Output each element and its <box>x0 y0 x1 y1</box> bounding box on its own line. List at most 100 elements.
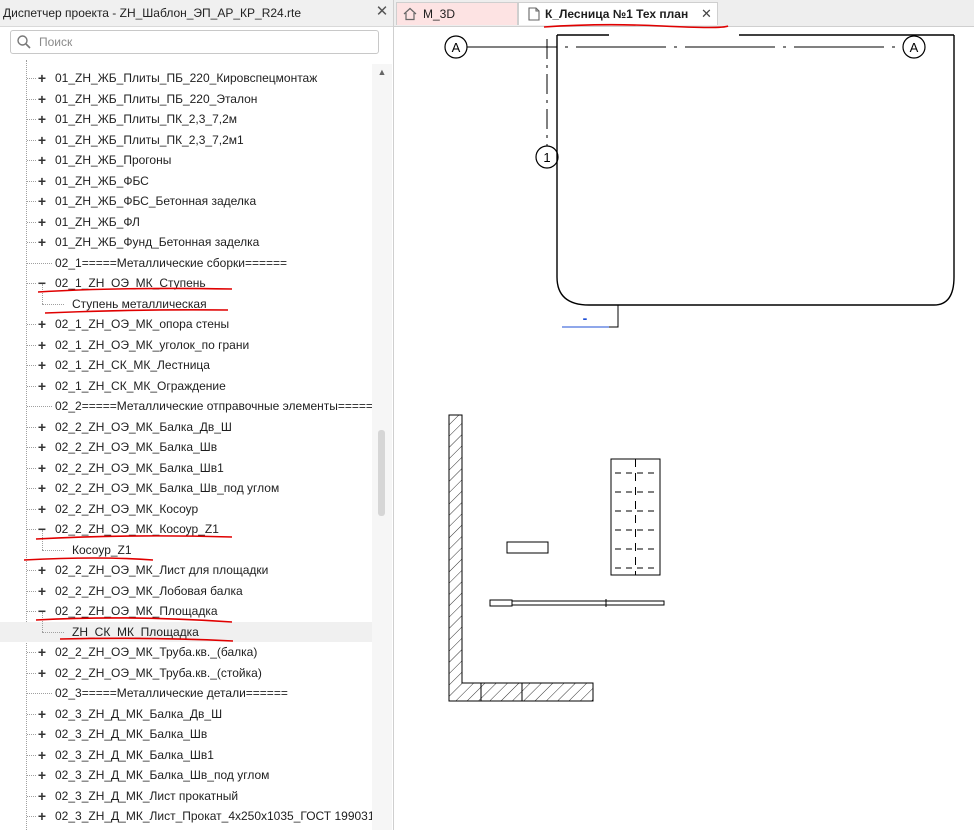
tree-item[interactable]: +01_ZH_ЖБ_ФБС_Бетонная заделка <box>0 191 372 211</box>
tree-item[interactable]: +01_ZH_ЖБ_Плиты_ПК_2,3_7,2м <box>0 109 372 129</box>
tree-item[interactable]: −02_2_ZH_ОЭ_МК_Косоур_Z1 <box>0 519 372 539</box>
expand-icon[interactable]: + <box>37 173 47 189</box>
expand-icon[interactable]: + <box>37 501 47 517</box>
scrollbar-thumb[interactable] <box>378 430 385 516</box>
expand-icon[interactable]: + <box>37 111 47 127</box>
expand-icon[interactable]: + <box>37 706 47 722</box>
tree-item[interactable]: +02_2_ZH_ОЭ_МК_Труба.кв._(стойка) <box>0 663 372 683</box>
tree-item-label: 02_1_ZH_ОЭ_МК_опора стены <box>55 317 230 331</box>
tree-item-label: 02_3_ZH_Д_МК_Лист прокатный <box>55 788 239 803</box>
tree-connector <box>42 303 64 305</box>
tree-item[interactable]: +02_1_ZH_СК_МК_Ограждение <box>0 376 372 396</box>
expand-icon[interactable]: + <box>37 480 47 496</box>
tree-item[interactable]: +01_ZH_ЖБ_Плиты_ПБ_220_Кировспецмонтаж <box>0 68 372 88</box>
tree-connector <box>27 529 36 530</box>
tree-item[interactable]: +01_ZH_ЖБ_ФБС <box>0 171 372 191</box>
tree-child-item[interactable]: Косоур_Z1 <box>0 529 372 560</box>
expand-icon[interactable]: + <box>37 152 47 168</box>
tree-item[interactable]: +02_3_ZH_Д_МК_Балка_Шв1 <box>0 745 372 765</box>
wall-section[interactable] <box>448 414 594 702</box>
level-mark[interactable] <box>562 305 619 328</box>
close-icon[interactable]: ✕ <box>374 3 390 21</box>
platform-outline[interactable] <box>556 35 955 306</box>
expand-icon[interactable]: + <box>37 788 47 804</box>
tree-item[interactable]: +02_3_ZH_Д_МК_Балка_Дв_Ш <box>0 704 372 724</box>
tab-m-3d[interactable]: M_3D <box>396 2 518 25</box>
detail-rectangle[interactable] <box>506 541 549 554</box>
tree-item[interactable]: +02_2_ZH_ОЭ_МК_Лист для площадки <box>0 560 372 580</box>
dashed-block[interactable] <box>610 458 661 576</box>
tree-item[interactable]: 02_2=====Металлические отправочные элеме… <box>0 396 372 416</box>
tree-item[interactable]: +02_2_ZH_ОЭ_МК_Труба.кв._(балка) <box>0 642 372 662</box>
expand-icon[interactable]: + <box>37 193 47 209</box>
tree-item-label: 02_2_ZH_ОЭ_МК_Косоур_Z1 <box>55 522 219 536</box>
expand-icon[interactable]: + <box>37 460 47 476</box>
expand-icon[interactable]: + <box>37 70 47 86</box>
grid-bubble-a-right: A <box>910 40 919 55</box>
tree-item-label: 02_1_ZH_ОЭ_МК_уголок_по грани <box>55 337 250 352</box>
tree-connector <box>27 344 36 346</box>
tree-item[interactable]: +02_3_ZH_Д_МК_Балка_Шв_под углом <box>0 765 372 785</box>
expand-icon[interactable]: + <box>37 419 47 435</box>
expand-icon[interactable]: + <box>37 644 47 660</box>
expand-icon[interactable]: + <box>37 665 47 681</box>
close-icon[interactable]: ✕ <box>701 6 712 22</box>
vertical-scrollbar[interactable]: ▲ <box>372 64 392 830</box>
tree-item[interactable]: 02_1=====Металлические сборки====== <box>0 253 372 273</box>
tree-item[interactable]: +02_1_ZH_ОЭ_МК_уголок_по грани <box>0 335 372 355</box>
tree-item[interactable]: +01_ZH_ЖБ_Плиты_ПК_2,3_7,2м1 <box>0 130 372 150</box>
expand-icon[interactable]: + <box>37 214 47 230</box>
tree-child-item[interactable]: Ступень металлическая <box>0 283 372 314</box>
expand-icon[interactable]: + <box>37 726 47 742</box>
tree-item[interactable]: +01_ZH_ЖБ_Прогоны <box>0 150 372 170</box>
tree-connector <box>42 631 64 633</box>
tree-item-label: 02_1_ZH_СК_МК_Ограждение <box>55 378 226 393</box>
expand-icon[interactable]: + <box>37 767 47 783</box>
tree-item[interactable]: 02_3=====Металлические детали====== <box>0 683 372 703</box>
tree-item[interactable]: +02_2_ZH_ОЭ_МК_Балка_Дв_Ш <box>0 417 372 437</box>
tree-item[interactable]: +02_3_ZH_Д_МК_Балка_Шв <box>0 724 372 744</box>
expand-icon[interactable]: + <box>37 562 47 578</box>
tree-item[interactable]: +02_3_ZH_Д_МК_Лист_Прокат_4x250x1035_ГОС… <box>0 806 372 826</box>
expand-icon[interactable]: + <box>37 439 47 455</box>
tree-item[interactable]: +02_2_ZH_ОЭ_МК_Балка_Шв <box>0 437 372 457</box>
expand-icon[interactable]: + <box>37 357 47 373</box>
tree-item[interactable]: +02_2_ZH_ОЭ_МК_Лобовая балка <box>0 581 372 601</box>
search-icon <box>17 35 31 49</box>
expand-icon[interactable]: + <box>37 316 47 332</box>
tree-item[interactable]: +01_ZH_ЖБ_Фунд_Бетонная заделка <box>0 232 372 252</box>
tree-item-label: 02_2_ZH_ОЭ_МК_Балка_Шв1 <box>55 460 224 475</box>
tree-item-label: 02_2_ZH_ОЭ_МК_Лист для площадки <box>55 563 269 577</box>
expand-icon[interactable]: + <box>37 132 47 148</box>
beam-element[interactable] <box>489 599 665 607</box>
grid-line-1[interactable] <box>535 39 559 169</box>
expand-icon[interactable]: + <box>37 808 47 824</box>
expand-icon[interactable]: + <box>37 337 47 353</box>
scroll-up-icon[interactable]: ▲ <box>372 64 392 80</box>
expand-icon[interactable]: + <box>37 747 47 763</box>
tree-connector <box>27 426 36 428</box>
tree-item[interactable]: +01_ZH_ЖБ_ФЛ <box>0 212 372 232</box>
tree-connector <box>27 365 36 366</box>
tree-item[interactable]: +02_2_ZH_ОЭ_МК_Балка_Шв_под углом <box>0 478 372 498</box>
expand-icon[interactable]: + <box>37 378 47 394</box>
search-input[interactable] <box>39 33 369 51</box>
expand-icon[interactable]: + <box>37 91 47 107</box>
expand-icon[interactable]: + <box>37 583 47 599</box>
expand-icon[interactable]: + <box>37 234 47 250</box>
drawing-canvas[interactable]: A A 1 - <box>394 23 974 830</box>
tree-item[interactable]: +02_1_ZH_ОЭ_МК_опора стены <box>0 314 372 334</box>
tree-item[interactable]: +01_ZH_ЖБ_Плиты_ПБ_220_Эталон <box>0 89 372 109</box>
tree-child-item[interactable]: ZH_СК_МК_Площадка <box>0 611 372 642</box>
grid-line-a[interactable] <box>444 35 926 59</box>
tree-item[interactable]: +02_2_ZH_ОЭ_МК_Балка_Шв1 <box>0 458 372 478</box>
tree-item-label: 02_2_ZH_ОЭ_МК_Лобовая балка <box>55 583 243 598</box>
tree-item[interactable]: +02_3_ZH_Д_МК_Лист прокатный <box>0 786 372 806</box>
tree-item[interactable]: +02_2_ZH_ОЭ_МК_Косоур <box>0 499 372 519</box>
tree-item[interactable]: −02_1_ZH_ОЭ_МК_Ступень <box>0 273 372 293</box>
tree-item-label: Косоур_Z1 <box>72 542 132 557</box>
tree-item[interactable]: −02_2_ZH_ОЭ_МК_Площадка <box>0 601 372 621</box>
tree-item[interactable]: +02_1_ZH_СК_МК_Лестница <box>0 355 372 375</box>
level-mark-text: - <box>583 310 588 326</box>
search-box[interactable] <box>10 30 379 54</box>
